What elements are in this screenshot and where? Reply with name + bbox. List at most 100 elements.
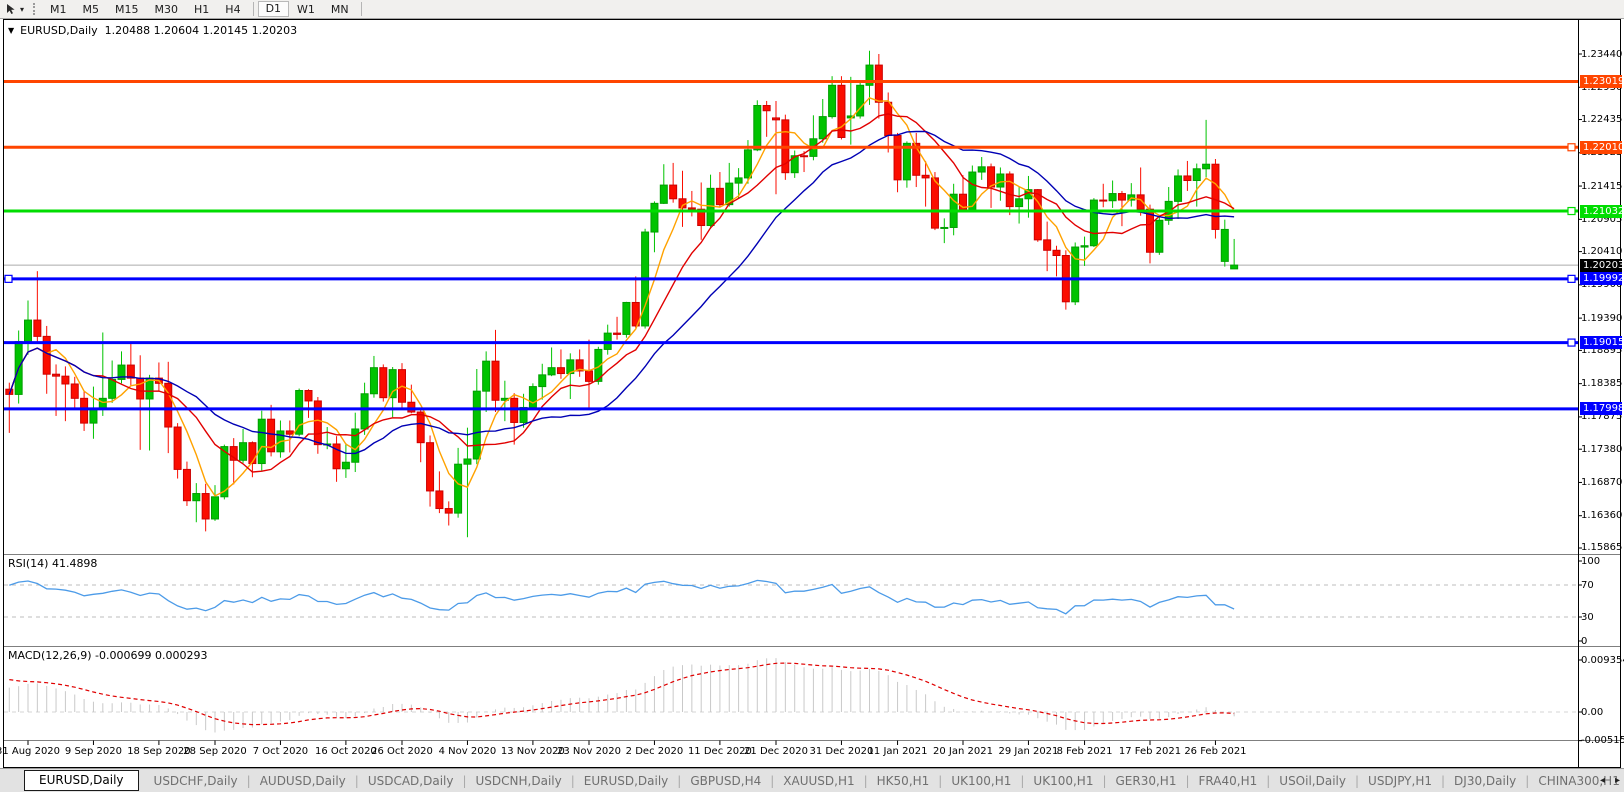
chart-tab-ger30-h1[interactable]: GER30,H1	[1107, 774, 1186, 788]
timeframe-button-M30[interactable]: M30	[147, 2, 187, 17]
date-label: 31 Aug 2020	[0, 746, 60, 757]
current-price-label: 1.20203	[1580, 259, 1622, 272]
indicator-level-lines	[4, 585, 1578, 712]
date-label: 8 Feb 2021	[1057, 746, 1113, 757]
date-label: 16 Oct 2020	[315, 746, 377, 757]
hline-price-label: 1.19015	[1580, 336, 1622, 349]
price-tick-label: 1.16870	[1581, 476, 1623, 489]
axis-tick-marks	[28, 54, 1582, 745]
macd-signal-line	[9, 663, 1234, 725]
chart-tab-usdchf-daily[interactable]: USDCHF,Daily	[145, 774, 247, 788]
date-label: 31 Dec 2020	[809, 746, 873, 757]
date-label: 26 Oct 2020	[371, 746, 433, 757]
timeframe-button-M15[interactable]: M15	[107, 2, 147, 17]
date-label: 9 Sep 2020	[65, 746, 122, 757]
chart-tab-usdcad-daily[interactable]: USDCAD,Daily	[359, 774, 463, 788]
price-tick-label: 1.17380	[1581, 443, 1623, 456]
date-label: 2 Dec 2020	[626, 746, 684, 757]
price-tick-label: 1.18385	[1581, 377, 1623, 390]
price-tick-label: 1.20410	[1581, 245, 1623, 258]
ma-line-5	[9, 98, 1234, 496]
cursor-icon	[6, 0, 17, 19]
macd-tick-label: 0.00	[1581, 706, 1623, 719]
hline-price-label: 1.21032	[1580, 205, 1622, 218]
chart-tab-audusd-daily[interactable]: AUDUSD,Daily	[251, 774, 355, 788]
chart-tab-uk100-h1[interactable]: UK100,H1	[942, 774, 1020, 788]
date-label: 4 Nov 2020	[439, 746, 497, 757]
hline-price-label: 1.19992	[1580, 272, 1622, 285]
chart-tab-usoil-daily[interactable]: USOil,Daily	[1270, 774, 1355, 788]
panel-separators	[3, 555, 1621, 741]
chart-tab-eurusd-daily[interactable]: EURUSD,Daily	[575, 774, 678, 788]
toolbar-separator	[253, 2, 254, 16]
date-label: 7 Oct 2020	[253, 746, 308, 757]
date-label: 13 Nov 2020	[501, 746, 565, 757]
macd-histogram	[9, 658, 1234, 732]
date-label: 18 Sep 2020	[127, 746, 190, 757]
chevron-down-icon: ▾	[20, 5, 24, 14]
chart-tab-eurusd-daily[interactable]: EURUSD,Daily	[24, 770, 139, 791]
timeframe-button-M5[interactable]: M5	[75, 2, 108, 17]
chart-tab-xauusd-h1[interactable]: XAUUSD,H1	[774, 774, 863, 788]
chart-tab-usdcnh-daily[interactable]: USDCNH,Daily	[467, 774, 571, 788]
hline-price-label: 1.22010	[1580, 141, 1622, 154]
hline-handle[interactable]	[1568, 144, 1575, 151]
price-tick-label: 1.23440	[1581, 48, 1623, 61]
hline-handle[interactable]	[5, 275, 12, 282]
chart-ohlc-values: 1.20488 1.20604 1.20145 1.20203	[105, 24, 297, 37]
macd-tick-label: 0.009354	[1581, 654, 1623, 667]
date-label: 28 Sep 2020	[183, 746, 246, 757]
date-label: 21 Dec 2020	[744, 746, 808, 757]
hline-price-label: 1.17998	[1580, 402, 1622, 415]
chart-tab-dj30-daily[interactable]: DJ30,Daily	[1445, 774, 1525, 788]
timeframe-button-group: M1M5M15M30H1H4 D1W1MN	[42, 0, 366, 18]
date-label: 17 Feb 2021	[1119, 746, 1181, 757]
timeframe-button-MN[interactable]: MN	[323, 2, 357, 17]
tab-scroll-left-icon[interactable]: ◂	[1600, 775, 1605, 786]
collapse-triangle-icon[interactable]: ▼	[8, 26, 14, 35]
price-tick-label: 1.22435	[1581, 113, 1623, 126]
chart-title: ▼ EURUSD,Daily 1.20488 1.20604 1.20145 1.…	[8, 24, 297, 37]
toolbar-separator	[361, 2, 362, 16]
date-label: 11 Dec 2020	[688, 746, 752, 757]
hline-price-label: 1.23019	[1580, 75, 1622, 88]
top-toolbar: ▾ M1M5M15M30H1H4 D1W1MN	[0, 0, 1624, 19]
hline-handle[interactable]	[1568, 208, 1575, 215]
macd-tick-label: -0.005156	[1581, 734, 1623, 747]
chart-symbol-label: EURUSD,Daily	[20, 24, 97, 37]
rsi-tick-label: 100	[1581, 555, 1623, 568]
timeframe-button-H4[interactable]: H4	[217, 2, 248, 17]
chart-window-border	[4, 20, 1621, 768]
date-label: 29 Jan 2021	[998, 746, 1058, 757]
horizontal-price-lines	[4, 81, 1578, 408]
macd-indicator-label: MACD(12,26,9) -0.000699 0.000293	[8, 649, 207, 662]
ma-line-20	[9, 132, 1234, 454]
rsi-tick-label: 70	[1581, 579, 1623, 592]
chart-tab-uk100-h1[interactable]: UK100,H1	[1024, 774, 1102, 788]
ma-line-10	[9, 114, 1234, 472]
chart-tab-fra40-h1[interactable]: FRA40,H1	[1190, 774, 1267, 788]
rsi-tick-label: 30	[1581, 611, 1623, 624]
chart-tab-bar: EURUSD,DailyUSDCHF,Daily|AUDUSD,Daily|US…	[0, 768, 1624, 792]
candlesticks	[6, 51, 1238, 537]
price-tick-label: 1.21415	[1581, 180, 1623, 193]
hline-handle[interactable]	[1568, 339, 1575, 346]
timeframe-button-D1[interactable]: D1	[258, 1, 289, 17]
hline-handle[interactable]	[1568, 275, 1575, 282]
toolbar-grip-handle[interactable]	[33, 3, 35, 15]
date-label: 20 Jan 2021	[933, 746, 993, 757]
date-label: 26 Feb 2021	[1184, 746, 1246, 757]
chart-tab-hk50-h1[interactable]: HK50,H1	[868, 774, 939, 788]
timeframe-button-W1[interactable]: W1	[289, 2, 323, 17]
date-label: 11 Jan 2021	[868, 746, 928, 757]
price-tick-label: 1.16360	[1581, 509, 1623, 522]
timeframe-button-M1[interactable]: M1	[42, 2, 75, 17]
price-chart-canvas[interactable]	[0, 0, 1624, 791]
chart-tab-usdjpy-h1[interactable]: USDJPY,H1	[1359, 774, 1441, 788]
tab-scroll-right-icon[interactable]: ▸	[1615, 775, 1620, 786]
timeframe-button-H1[interactable]: H1	[186, 2, 217, 17]
cursor-tool-button[interactable]: ▾	[3, 1, 27, 17]
tab-scroll-arrows: ◂▸	[1600, 769, 1620, 792]
rsi-tick-label: 0	[1581, 635, 1623, 648]
chart-tab-gbpusd-h4[interactable]: GBPUSD,H4	[681, 774, 770, 788]
